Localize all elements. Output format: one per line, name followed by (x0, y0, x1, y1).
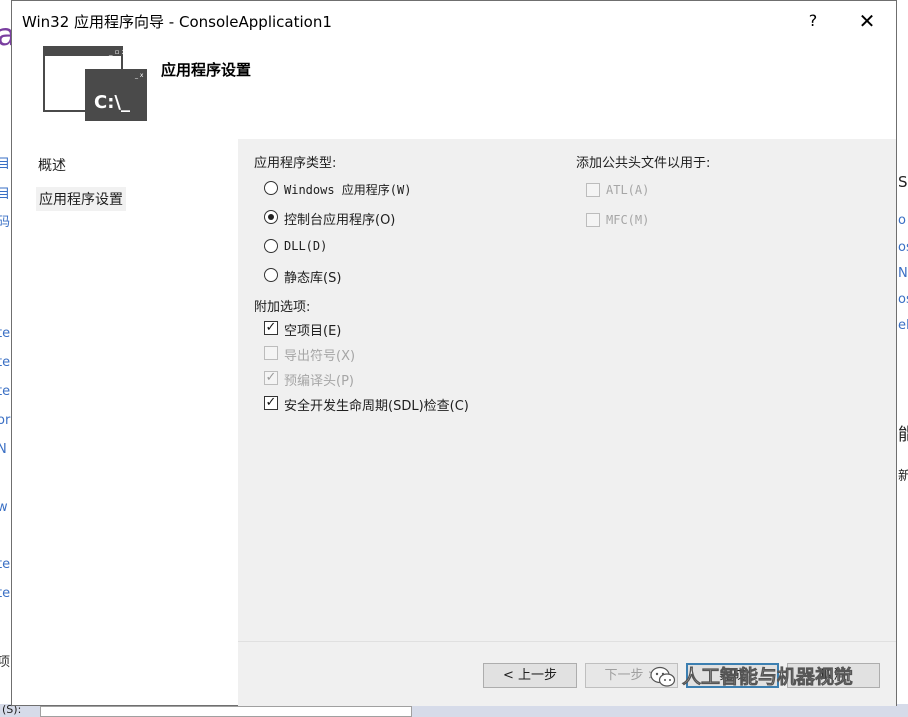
option-label: 安全开发生命周期(SDL)检查(C) (284, 399, 469, 414)
console-app-icon: _ ▫ x _ x C:\_ (43, 46, 147, 121)
bg-fragment: te (0, 384, 11, 399)
bg-fragment: te (0, 586, 11, 601)
wizard-header: _ ▫ x _ x C:\_ 应用程序设置 (12, 41, 896, 139)
option-label: 导出符号(X) (284, 349, 356, 364)
option-label: MFC(M) (606, 213, 650, 227)
wizard-nav: 概述 应用程序设置 (12, 139, 236, 705)
radio-button[interactable] (264, 239, 278, 253)
bg-fragment: N (898, 266, 908, 281)
bg-fragment: eF (898, 318, 908, 333)
settings-panel: 应用程序类型: Windows 应用程序(W) 控制台应用程序(O) DLL(D… (238, 139, 896, 641)
radio-button-selected[interactable] (264, 210, 278, 224)
checkbox-disabled (586, 213, 600, 227)
bg-fragment: w (0, 500, 8, 515)
bg-fragment: te (0, 326, 11, 341)
option-label: 静态库(S) (284, 271, 342, 286)
checkbox-disabled (264, 346, 278, 360)
background-ide-right: S o os N os eF 能 新 (896, 0, 908, 717)
bg-fragment: N (0, 442, 7, 457)
bg-fragment: 目 (0, 157, 11, 172)
checkbox-disabled-checked: ✓ (264, 370, 278, 385)
title-bar: Win32 应用程序向导 - ConsoleApplication1 ? ✕ (12, 1, 896, 41)
bg-fragment: te (0, 355, 11, 370)
window-title: Win32 应用程序向导 - ConsoleApplication1 (22, 13, 332, 31)
bg-combo-field (40, 706, 412, 717)
previous-button[interactable]: < 上一步 (483, 663, 577, 688)
option-label: Windows 应用程序(W) (284, 183, 412, 197)
svg-text:_ ▫ x: _ ▫ x (108, 48, 126, 56)
checkbox-checked[interactable]: ✓ (264, 396, 278, 410)
bg-fragment: os (898, 240, 908, 255)
close-button[interactable]: ✕ (855, 9, 879, 33)
radio-button[interactable] (264, 181, 278, 195)
watermark-text: 人工智能与机器视觉 (682, 666, 854, 689)
wizard-dialog: Win32 应用程序向导 - ConsoleApplication1 ? ✕ _… (11, 0, 897, 706)
option-label: 预编译头(P) (284, 374, 354, 389)
bg-fragment: 码 (0, 215, 11, 230)
option-label: ATL(A) (606, 183, 650, 197)
console-prompt-text: C:\_ (94, 92, 130, 113)
chat-bubbles-icon (650, 666, 676, 687)
nav-item-app-settings[interactable]: 应用程序设置 (36, 187, 126, 211)
option-label: 空项目(E) (284, 324, 342, 339)
app-type-label: 应用程序类型: (254, 156, 337, 171)
page-title: 应用程序设置 (161, 61, 252, 79)
bg-fragment: 目 (0, 187, 11, 202)
checkbox-checked[interactable]: ✓ (264, 321, 278, 335)
bg-fragment: 项 (0, 655, 11, 670)
common-headers-label: 添加公共头文件以用于: (576, 156, 711, 171)
bg-fragment: o (898, 213, 906, 228)
nav-item-overview[interactable]: 概述 (38, 155, 66, 175)
bg-fragment: os (898, 292, 908, 307)
bg-fragment: S (898, 173, 908, 191)
svg-text:_ x: _ x (134, 72, 144, 79)
bg-fragment: 能 (898, 425, 908, 445)
option-label: DLL(D) (284, 239, 328, 253)
option-label: 控制台应用程序(O) (284, 213, 396, 228)
bg-fragment: 新 (898, 469, 908, 484)
radio-button[interactable] (264, 268, 278, 282)
help-button[interactable]: ? (802, 9, 824, 33)
bg-fragment: te (0, 557, 11, 572)
extra-options-label: 附加选项: (254, 300, 311, 315)
checkbox-disabled (586, 183, 600, 197)
bg-fragment: or (0, 413, 11, 428)
